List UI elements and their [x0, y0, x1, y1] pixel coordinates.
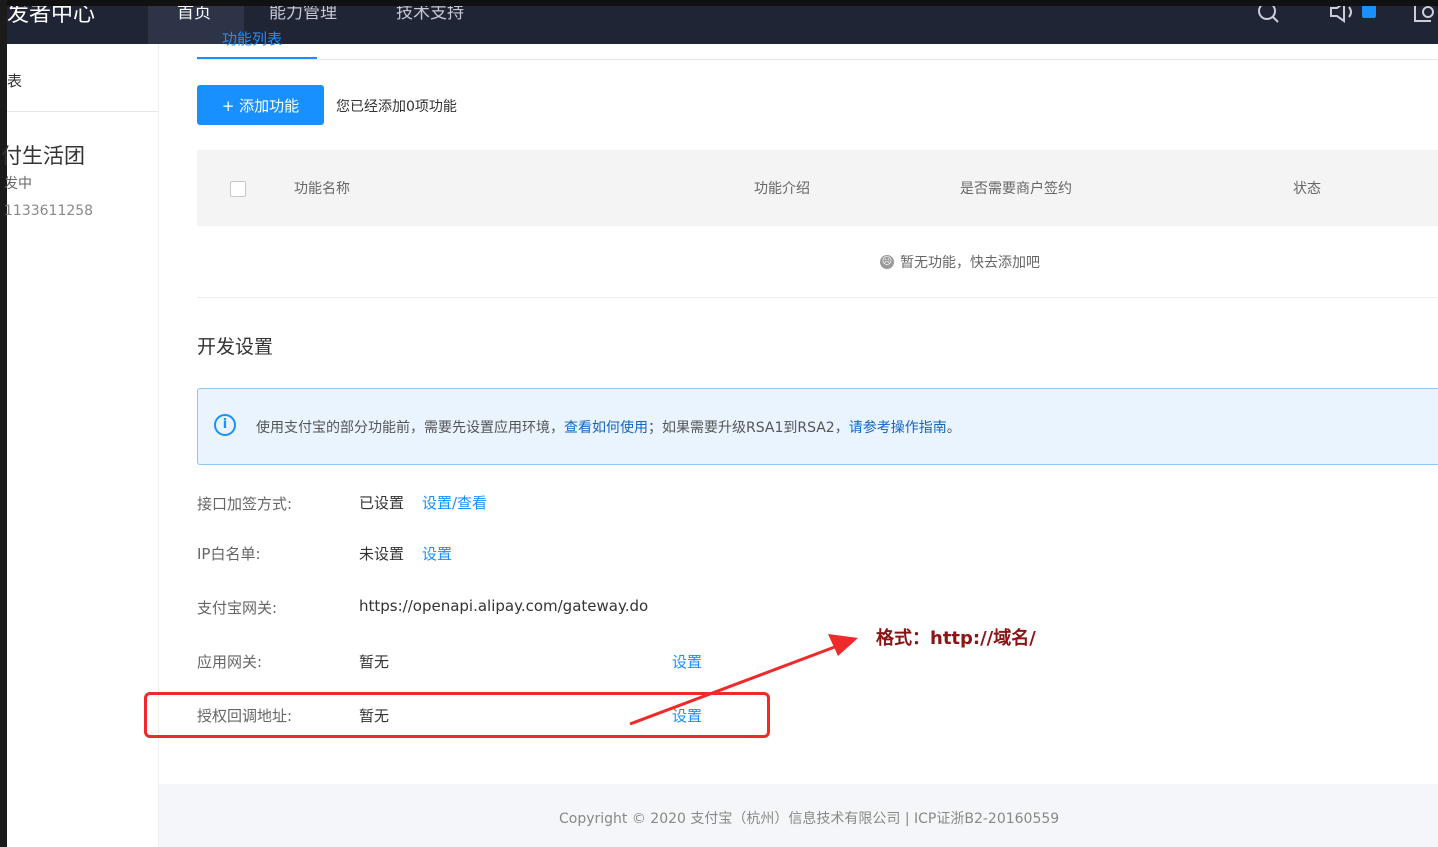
annotation-arrow [629, 634, 858, 726]
annotation-text: 格式：http://域名/ [876, 628, 1036, 649]
